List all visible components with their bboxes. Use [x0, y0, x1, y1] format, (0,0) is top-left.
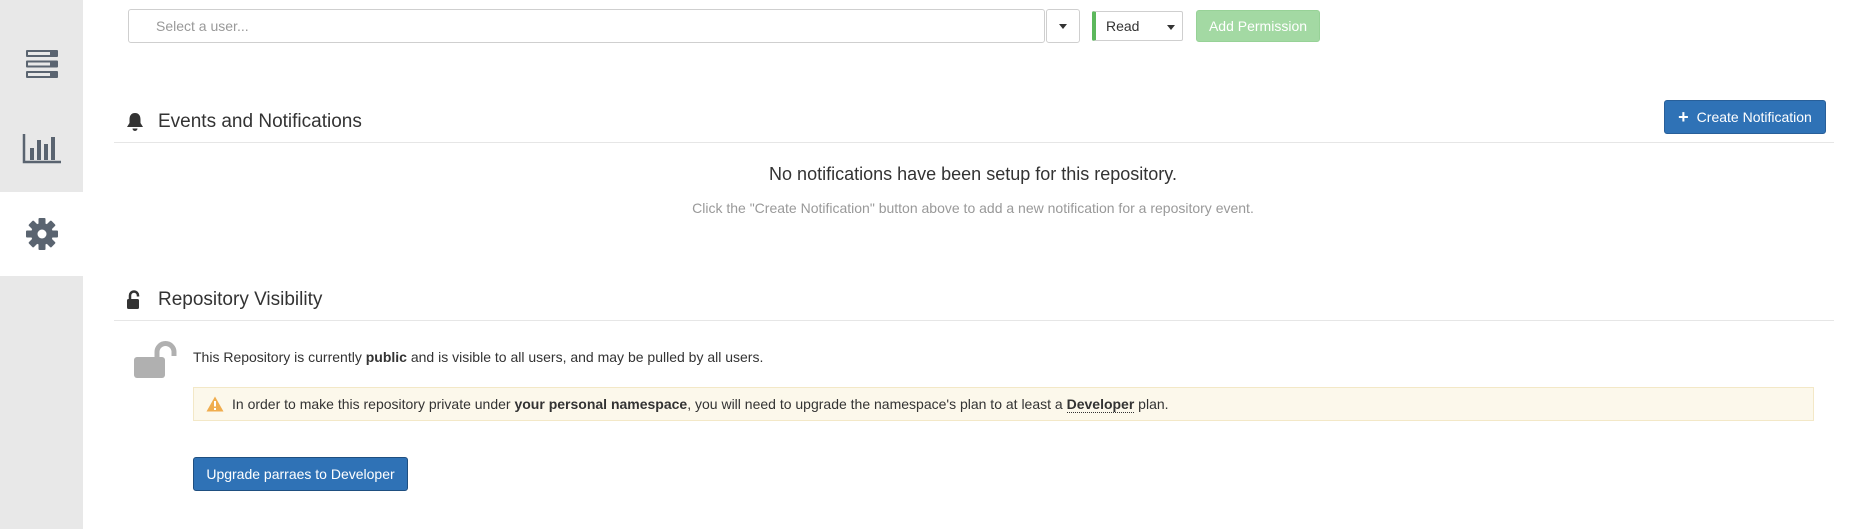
section-title: Repository Visibility	[158, 289, 323, 310]
warning-text-middle: , you will need to upgrade the namespace…	[687, 396, 1067, 412]
role-select[interactable]: Read	[1092, 11, 1183, 41]
sidebar-item-settings[interactable]	[0, 192, 83, 276]
server-icon	[25, 49, 59, 79]
sidebar-item-tags[interactable]	[0, 22, 83, 106]
create-notification-button[interactable]: + Create Notification	[1664, 100, 1826, 134]
user-select-input[interactable]: Select a user...	[128, 9, 1045, 43]
warning-namespace-label: your personal namespace	[514, 396, 688, 412]
upgrade-warning-alert: In order to make this repository private…	[193, 387, 1814, 421]
sidebar-item-usage[interactable]	[0, 106, 83, 190]
bar-chart-icon	[22, 132, 62, 164]
user-dropdown-toggle[interactable]	[1046, 9, 1080, 43]
bell-icon	[126, 112, 144, 136]
visibility-status-prefix: This Repository is currently	[193, 349, 366, 365]
notifications-section-header: Events and Notifications	[114, 103, 1834, 143]
empty-notifications-title: No notifications have been setup for thi…	[769, 164, 1177, 184]
plus-icon: +	[1678, 107, 1689, 127]
sidebar	[0, 0, 83, 529]
section-title: Events and Notifications	[158, 111, 362, 132]
caret-down-icon	[1059, 23, 1067, 29]
user-select-placeholder: Select a user...	[156, 18, 249, 34]
warning-text-prefix: In order to make this repository private…	[232, 396, 515, 412]
developer-plan-link[interactable]: Developer	[1066, 396, 1135, 413]
warning-icon	[206, 396, 224, 412]
gear-icon	[25, 217, 59, 251]
add-permission-button[interactable]: Add Permission	[1196, 10, 1320, 42]
caret-down-icon	[1167, 25, 1175, 30]
upgrade-plan-button[interactable]: Upgrade parraes to Developer	[193, 457, 408, 491]
create-notification-label: Create Notification	[1696, 109, 1812, 125]
visibility-section-header: Repository Visibility	[114, 281, 1834, 321]
unlock-icon	[126, 290, 142, 314]
role-select-value: Read	[1106, 18, 1140, 34]
visibility-status-value: public	[365, 349, 407, 365]
unlock-large-icon	[133, 340, 181, 384]
visibility-status-suffix: and is visible to all users, and may be …	[406, 349, 764, 365]
empty-notifications-hint: Click the "Create Notification" button a…	[692, 200, 1254, 216]
visibility-status-text: This Repository is currently public and …	[193, 349, 763, 365]
warning-text-suffix: plan.	[1134, 396, 1169, 412]
